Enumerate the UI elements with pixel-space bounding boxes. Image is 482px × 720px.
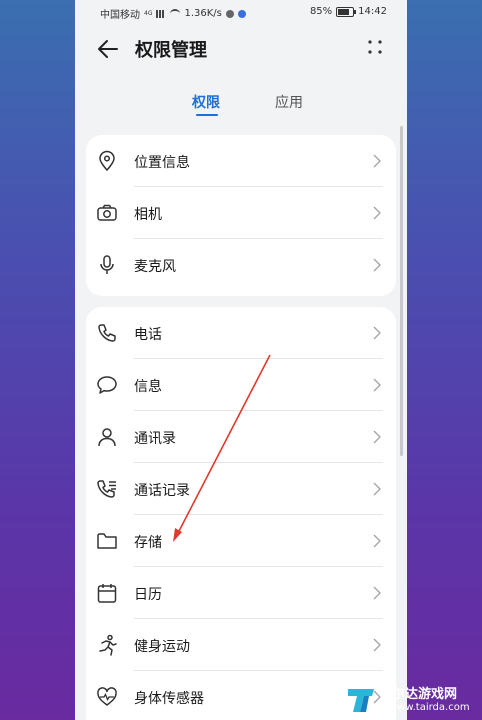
tab-apps[interactable]: 应用: [275, 92, 303, 112]
permission-row-camera[interactable]: 相机: [86, 187, 396, 239]
permission-label: 电话: [134, 327, 162, 343]
chevron-right-icon: [373, 206, 381, 220]
permission-row-fitness[interactable]: 健身运动: [86, 619, 396, 671]
chevron-right-icon: [373, 638, 381, 652]
permission-row-messages[interactable]: 信息: [86, 359, 396, 411]
signal-icon: [156, 9, 167, 18]
active-tab-indicator: [196, 114, 218, 116]
permission-label: 身体传感器: [134, 691, 204, 707]
permission-label: 存储: [134, 535, 162, 551]
camera-icon: [97, 204, 117, 221]
permission-row-microphone[interactable]: 麦克风: [86, 239, 396, 291]
calendar-icon: [97, 584, 117, 603]
phone-icon: [98, 324, 116, 342]
contact-person-icon: [98, 428, 116, 447]
chevron-right-icon: [373, 430, 381, 444]
chevron-right-icon: [373, 378, 381, 392]
network-speed: 1.36K/s: [184, 8, 222, 19]
permission-group-1: 位置信息 相机 麦克风: [86, 135, 396, 296]
permission-group-2: 电话 信息 通讯录 通话记录 存储 日历 健身运动 身体传感器: [86, 307, 396, 720]
chevron-right-icon: [373, 482, 381, 496]
battery-icon: [336, 6, 357, 17]
running-person-icon: [99, 634, 117, 656]
site-watermark: 泰尔达游戏网 www.tairda.com: [345, 683, 480, 718]
permission-label: 信息: [134, 379, 162, 395]
battery-percent: 85%: [309, 6, 333, 17]
back-arrow-icon[interactable]: [95, 36, 121, 62]
page-title: 权限管理: [135, 40, 207, 61]
more-options-icon[interactable]: [367, 38, 383, 56]
permission-label: 位置信息: [134, 155, 190, 171]
call-log-icon: [97, 480, 116, 498]
permission-label: 通话记录: [134, 483, 190, 499]
app-notification-icon: [237, 9, 246, 18]
permission-label: 相机: [134, 207, 162, 223]
heart-rate-icon: [97, 687, 117, 706]
chevron-right-icon: [373, 326, 381, 340]
status-bar: 中国移动 4G 1.36K/s 85% 14:42: [75, 0, 407, 24]
chevron-right-icon: [373, 534, 381, 548]
site-logo-icon: [348, 689, 374, 712]
phone-screen: 中国移动 4G 1.36K/s 85% 14:42 权限管理 权限 应用 位置信…: [75, 0, 407, 720]
wifi-icon: [170, 9, 181, 18]
tab-bar: 权限 应用: [75, 86, 407, 120]
scrollbar[interactable]: [400, 126, 403, 456]
watermark-title: 泰尔达游戏网: [379, 687, 458, 702]
chevron-right-icon: [373, 586, 381, 600]
permission-label: 健身运动: [134, 639, 190, 655]
permission-row-call-log[interactable]: 通话记录: [86, 463, 396, 515]
chevron-right-icon: [373, 258, 381, 272]
permission-row-contacts[interactable]: 通讯录: [86, 411, 396, 463]
network-badge: 4G: [144, 10, 153, 17]
permission-row-calendar[interactable]: 日历: [86, 567, 396, 619]
location-pin-icon: [99, 150, 115, 172]
permission-row-phone[interactable]: 电话: [86, 307, 396, 359]
permission-label: 日历: [134, 587, 162, 603]
permission-row-location[interactable]: 位置信息: [86, 135, 396, 187]
microphone-icon: [100, 255, 114, 274]
permission-row-storage[interactable]: 存储: [86, 515, 396, 567]
carrier-name: 中国移动: [100, 10, 140, 21]
message-bubble-icon: [97, 376, 117, 394]
chevron-right-icon: [373, 154, 381, 168]
permission-label: 麦克风: [134, 259, 176, 275]
status-right: 85% 14:42: [310, 6, 387, 17]
folder-icon: [97, 533, 117, 549]
status-left: 中国移动 4G 1.36K/s: [100, 6, 246, 21]
watermark-url: www.tairda.com: [389, 702, 470, 713]
permission-label: 通讯录: [134, 431, 176, 447]
app-header: 权限管理: [75, 24, 407, 74]
clock: 14:42: [358, 6, 387, 17]
notification-icon: [225, 9, 234, 18]
tab-permissions[interactable]: 权限: [192, 92, 220, 112]
